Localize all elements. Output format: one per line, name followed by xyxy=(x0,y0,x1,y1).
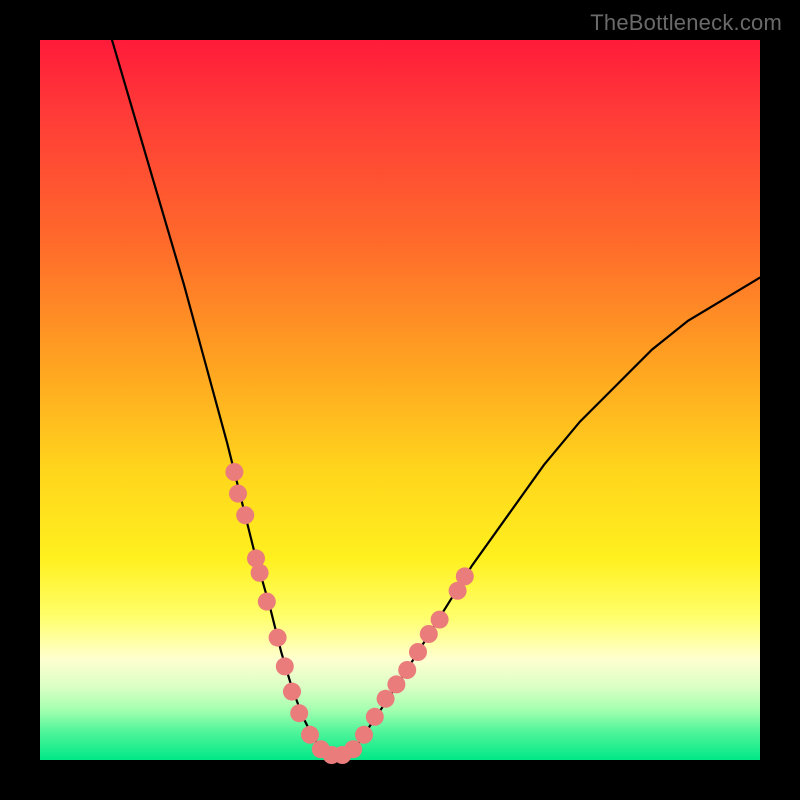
data-marker xyxy=(258,593,276,611)
data-marker xyxy=(420,625,438,643)
chart-stage: TheBottleneck.com xyxy=(0,0,800,800)
data-marker xyxy=(236,506,254,524)
data-marker xyxy=(344,740,362,758)
watermark-text: TheBottleneck.com xyxy=(590,10,782,36)
plot-area xyxy=(40,40,760,760)
data-marker xyxy=(301,726,319,744)
data-marker xyxy=(387,675,405,693)
data-marker xyxy=(283,683,301,701)
data-marker xyxy=(290,704,308,722)
data-marker xyxy=(355,726,373,744)
data-marker xyxy=(377,690,395,708)
data-marker xyxy=(225,463,243,481)
data-marker xyxy=(456,567,474,585)
data-marker xyxy=(269,629,287,647)
data-marker xyxy=(409,643,427,661)
data-marker xyxy=(366,708,384,726)
data-marker xyxy=(398,661,416,679)
data-marker xyxy=(431,611,449,629)
marker-layer xyxy=(225,463,473,764)
data-marker xyxy=(276,657,294,675)
data-marker xyxy=(229,485,247,503)
data-marker xyxy=(251,564,269,582)
curve-layer xyxy=(40,40,760,760)
bottleneck-curve xyxy=(112,40,760,756)
